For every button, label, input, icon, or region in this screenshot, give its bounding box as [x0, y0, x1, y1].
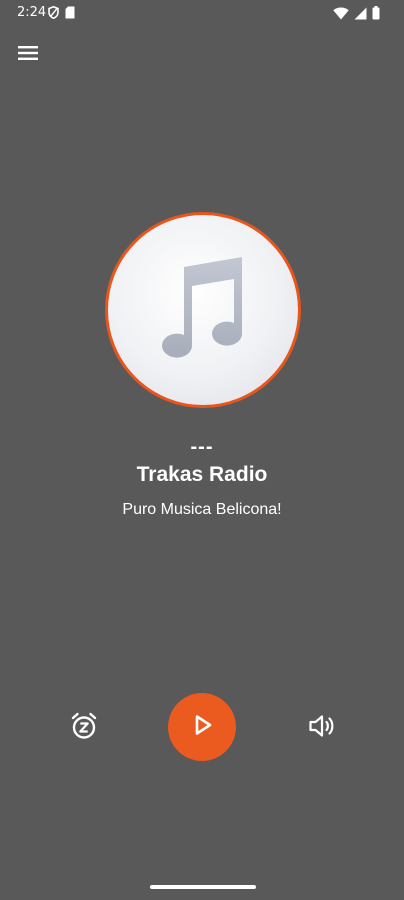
status-time: 2:24 [17, 5, 47, 20]
music-note-icon [158, 253, 248, 368]
battery-icon [372, 6, 380, 25]
radio-player-screen: 2:24 --- Trakas Radio Puro Musica Belico… [0, 0, 404, 900]
home-indicator[interactable] [150, 885, 256, 889]
status-bar: 2:24 [0, 0, 404, 26]
sim-card-icon [65, 6, 75, 24]
play-button[interactable] [168, 693, 236, 761]
status-right-icons [333, 6, 380, 25]
menu-button[interactable] [14, 42, 42, 68]
play-icon [190, 713, 214, 742]
signal-icon [354, 7, 367, 25]
alarm-snooze-icon [69, 711, 99, 746]
wifi-icon [333, 7, 349, 25]
volume-icon [308, 713, 336, 744]
shield-icon [48, 5, 59, 24]
track-title: --- [190, 436, 214, 458]
volume-button[interactable] [305, 711, 339, 745]
sleep-timer-button[interactable] [67, 711, 101, 745]
station-name: Trakas Radio [136, 463, 268, 486]
album-artwork [105, 212, 301, 408]
hamburger-menu-icon [18, 45, 38, 66]
station-slogan: Puro Musica Belicona! [122, 501, 282, 518]
status-left-icons [48, 5, 75, 24]
